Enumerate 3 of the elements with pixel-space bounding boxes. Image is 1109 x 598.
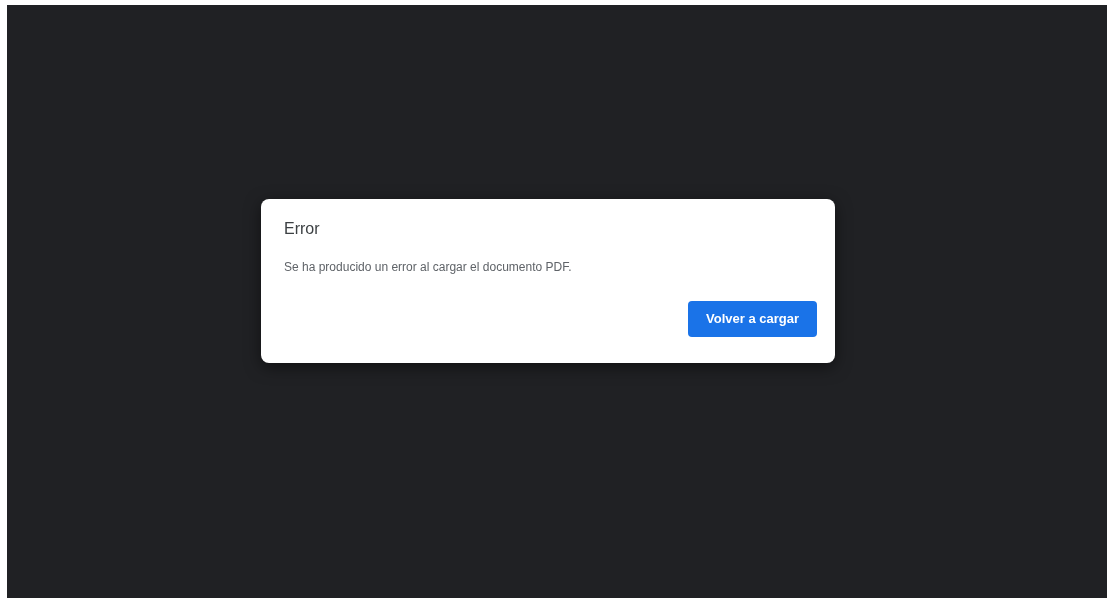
error-message: Se ha producido un error al cargar el documento PDF. xyxy=(284,259,572,275)
reload-button[interactable]: Volver a cargar xyxy=(688,301,817,337)
dialog-title: Error xyxy=(284,219,320,239)
